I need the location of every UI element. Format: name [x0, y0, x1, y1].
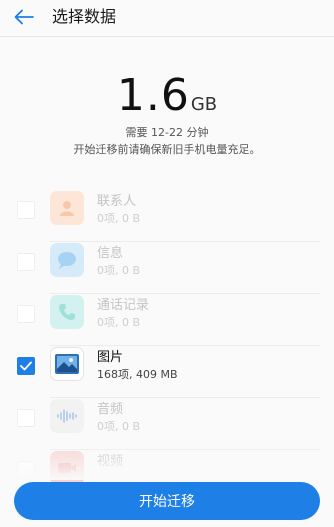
messages-label: 信息 [97, 246, 124, 261]
estimated-time: 需要 12-22 分钟 [125, 126, 209, 139]
size-value: 1.6 [116, 70, 190, 121]
messages-count: 0项, 0 B [97, 264, 141, 277]
list-item-contacts[interactable]: 联系人 0项, 0 B [0, 190, 334, 242]
audio-checkbox[interactable] [17, 409, 35, 427]
message-icon [50, 243, 84, 277]
call-log-label: 通话记录 [97, 298, 150, 313]
audio-count: 0项, 0 B [97, 420, 141, 433]
contacts-count: 0项, 0 B [97, 212, 141, 225]
top-bar: 选择数据 [0, 0, 334, 36]
back-arrow-icon[interactable] [12, 6, 36, 28]
gallery-icon [50, 347, 84, 381]
list-item-messages[interactable]: 信息 0项, 0 B [0, 242, 334, 294]
contacts-checkbox[interactable] [17, 201, 35, 219]
audio-label: 音频 [97, 402, 124, 417]
list-fade-overlay [0, 440, 334, 480]
page-title: 选择数据 [52, 7, 117, 26]
size-unit: GB [190, 94, 218, 115]
audio-icon [50, 399, 84, 433]
battery-hint: 开始迁移前请确保新旧手机电量充足。 [73, 143, 261, 156]
contacts-icon [50, 191, 84, 225]
phone-icon [50, 295, 84, 329]
call-log-count: 0项, 0 B [97, 316, 141, 329]
messages-checkbox[interactable] [17, 253, 35, 271]
contacts-label: 联系人 [97, 194, 137, 209]
start-migration-button[interactable]: 开始迁移 [14, 482, 320, 520]
pictures-label: 图片 [97, 350, 124, 365]
pictures-count: 168项, 409 MB [97, 368, 178, 381]
call-log-checkbox[interactable] [17, 305, 35, 323]
list-item-call-log[interactable]: 通话记录 0项, 0 B [0, 294, 334, 346]
pictures-checkbox[interactable] [17, 357, 35, 375]
total-size: 1.6GB [0, 72, 334, 120]
list-item-pictures[interactable]: 图片 168项, 409 MB [0, 346, 334, 398]
header-divider [0, 36, 334, 37]
